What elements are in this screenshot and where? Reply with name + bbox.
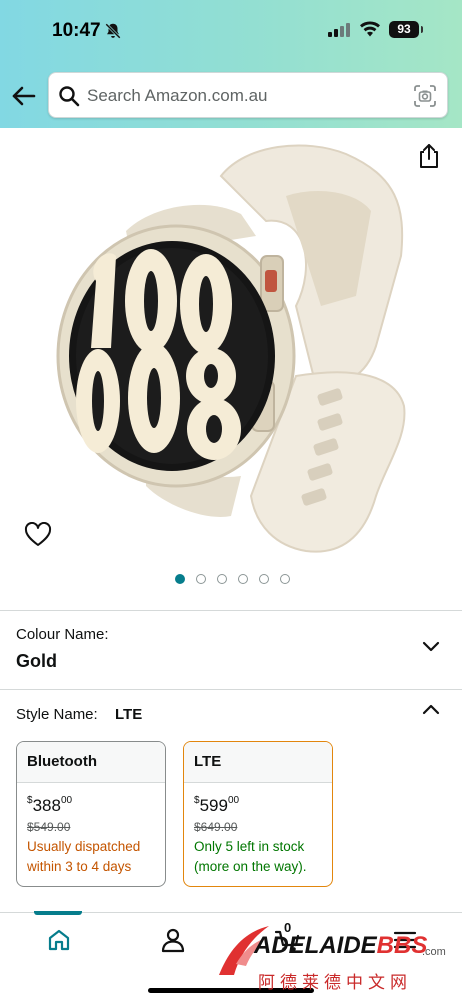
camera-scan-icon[interactable] xyxy=(413,84,437,108)
option-availability: Only 5 left in stock (more on the way). xyxy=(194,839,307,874)
carousel-dot[interactable] xyxy=(217,574,227,584)
style-option-lte[interactable]: LTE $59900 $649.00 Only 5 left in stock … xyxy=(183,741,333,887)
colour-label: Colour Name: xyxy=(16,626,109,643)
wifi-icon xyxy=(360,21,380,37)
carousel-dot[interactable] xyxy=(280,574,290,584)
cellular-signal-icon xyxy=(328,23,350,37)
carousel-dot[interactable] xyxy=(175,574,185,584)
carousel-dot[interactable] xyxy=(196,574,206,584)
status-time: 10:47 xyxy=(52,20,101,41)
watermark-domain: .com xyxy=(422,946,446,958)
style-value: LTE xyxy=(115,706,143,723)
option-old-price: $549.00 xyxy=(27,820,71,834)
search-input[interactable] xyxy=(87,83,397,109)
battery-indicator: 93 xyxy=(389,21,423,38)
option-availability: Usually dispatched within 3 to 4 days xyxy=(27,839,141,874)
option-name: Bluetooth xyxy=(17,742,165,783)
style-label: Style Name: xyxy=(16,706,98,723)
option-price: $38800 xyxy=(27,795,73,815)
share-icon[interactable] xyxy=(416,142,442,170)
product-image-smartwatch xyxy=(56,144,406,553)
bell-muted-icon xyxy=(105,23,121,39)
active-tab-indicator xyxy=(34,911,82,915)
carousel-dot[interactable] xyxy=(259,574,269,584)
watermark: ADELAIDEBBS .com 阿德莱德中文网 xyxy=(214,920,460,996)
chevron-up-icon[interactable] xyxy=(421,700,441,720)
account-icon[interactable] xyxy=(160,927,186,953)
option-price: $59900 xyxy=(194,795,240,815)
status-bar: 10:47 93 xyxy=(0,0,462,60)
app-header: 10:47 93 xyxy=(0,0,462,128)
chevron-down-icon[interactable] xyxy=(421,636,441,656)
watermark-brand: ADELAIDEBBS xyxy=(254,932,428,959)
option-name: LTE xyxy=(184,742,332,783)
style-option-bluetooth[interactable]: Bluetooth $38800 $549.00 Usually dispatc… xyxy=(16,741,166,887)
colour-selector[interactable]: Colour Name: Gold xyxy=(0,611,462,689)
heart-icon[interactable] xyxy=(24,522,52,548)
carousel-pagination xyxy=(175,574,290,584)
product-image-carousel[interactable] xyxy=(0,128,462,610)
watermark-chinese: 阿德莱德中文网 xyxy=(258,973,412,993)
colour-value: Gold xyxy=(16,651,57,671)
home-icon[interactable] xyxy=(46,927,72,953)
back-arrow-icon[interactable] xyxy=(10,82,38,110)
style-selector: Style Name: LTE Bluetooth $38800 $549.00… xyxy=(0,690,462,910)
option-old-price: $649.00 xyxy=(194,820,238,834)
search-bar[interactable] xyxy=(48,72,448,118)
search-icon[interactable] xyxy=(58,85,80,107)
carousel-dot[interactable] xyxy=(238,574,248,584)
